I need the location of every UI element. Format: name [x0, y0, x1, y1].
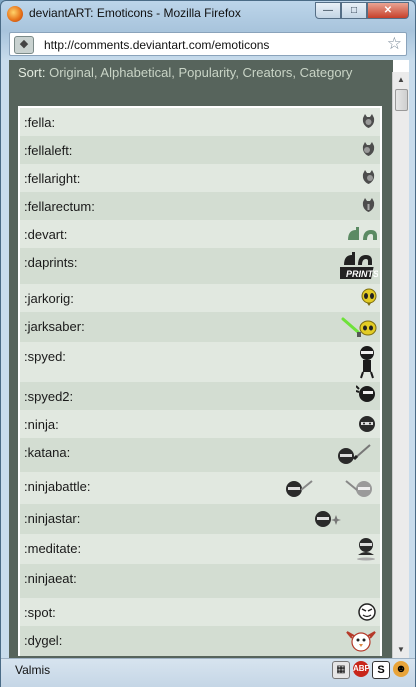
list-item: :spot: [20, 598, 380, 626]
ninja-battle-icon [286, 480, 372, 497]
list-item: :fellarectum: [20, 192, 380, 220]
spyed-ninja-icon [360, 346, 374, 379]
meditating-ninja-icon [357, 538, 375, 561]
list-item: :katana: [20, 438, 380, 472]
sort-popularity-link[interactable]: Popularity [178, 65, 235, 80]
status-text: Valmis [15, 663, 51, 677]
url-text[interactable]: http://comments.deviantart.com/emoticons [44, 38, 269, 52]
emoticon-code: :spyed: [24, 349, 66, 364]
list-item: :ninjabattle: [20, 472, 380, 504]
emoticon-panel: :fella: :fellaleft: :fellaright: :fellar… [9, 99, 393, 658]
emoticon-code: :fella: [24, 115, 56, 130]
emoticon-code: :spot: [24, 605, 56, 620]
devart-logo-icon [348, 227, 377, 240]
fellarectum-icon [362, 198, 375, 212]
list-item: :dygel: [20, 626, 380, 656]
sort-category-link[interactable]: Category [300, 65, 353, 80]
ninja-star-icon [315, 511, 341, 527]
spot-face-icon [358, 603, 376, 621]
list-item: :jarkorig: [20, 284, 380, 312]
list-item: :spyed2: [20, 382, 380, 410]
list-item: :fellaright: [20, 164, 380, 192]
title-bar[interactable]: deviantART: Emoticons - Mozilla Firefox … [1, 1, 415, 27]
emoticon-code: :katana: [24, 445, 71, 460]
scroll-down-icon[interactable]: ▼ [393, 642, 409, 658]
adblock-icon[interactable]: ABP [353, 661, 370, 677]
sort-label: Sort: [18, 65, 46, 80]
firefox-icon [7, 6, 23, 22]
site-identity-icon[interactable]: ◆ [14, 36, 34, 54]
fellaleft-icon [362, 142, 375, 156]
list-item: :daprints: PRINTS [20, 248, 380, 284]
emoticon-code: :ninjaeat: [24, 571, 77, 586]
scrollbar-thumb[interactable] [395, 89, 408, 111]
sort-creators-link[interactable]: Creators [243, 65, 293, 80]
address-bar[interactable]: ◆ http://comments.deviantart.com/emotico… [9, 32, 407, 56]
maximize-button[interactable]: □ [341, 2, 367, 19]
page-content: Sort: Original, Alphabetical, Popularity… [9, 60, 409, 658]
bookmark-star-icon[interactable]: ☆ [387, 34, 402, 54]
emoticon-code: :ninjabattle: [24, 479, 91, 494]
jark-alien-icon [361, 288, 377, 306]
emoticon-code: :devart: [24, 227, 68, 242]
list-item: :devart: [20, 220, 380, 248]
katana-ninja-icon [338, 444, 371, 464]
status-icons: ▦ ABP S ☻ [332, 661, 409, 679]
browser-window: deviantART: Emoticons - Mozilla Firefox … [0, 0, 416, 687]
close-button[interactable]: ✕ [367, 2, 409, 19]
status-bar: Valmis ▦ ABP S ☻ [1, 658, 415, 687]
emoticon-code: :fellaleft: [24, 143, 73, 158]
spyed2-ninja-icon [356, 385, 375, 402]
emoticon-list: :fella: :fellaleft: :fellaright: :fellar… [18, 106, 382, 656]
svg-text:PRINTS: PRINTS [346, 269, 378, 279]
emoticon-code: :ninjastar: [24, 511, 81, 526]
scroll-up-icon[interactable]: ▲ [393, 72, 409, 88]
fellaright-icon [362, 170, 375, 184]
sort-original-link[interactable]: Original [49, 65, 94, 80]
jark-saber-icon [341, 317, 377, 337]
calculator-icon[interactable]: ▦ [332, 661, 350, 679]
list-item: :spyed: [20, 342, 380, 382]
emoticon-code: :jarkorig: [24, 291, 74, 306]
monkey-icon[interactable]: ☻ [393, 661, 409, 677]
vertical-scrollbar[interactable]: ▲ ▼ [392, 72, 409, 658]
emoticon-code: :meditate: [24, 541, 82, 556]
emoticon-code: :jarksaber: [24, 319, 85, 334]
window-title: deviantART: Emoticons - Mozilla Firefox [29, 6, 241, 20]
list-item: :fella: [20, 108, 380, 136]
minimize-button[interactable]: — [315, 2, 341, 19]
emoticon-code: :ninja: [24, 417, 59, 432]
emoticon-code: :daprints: [24, 255, 78, 270]
daprints-logo-icon: PRINTS [340, 252, 378, 279]
list-item: :ninjastar: [20, 504, 380, 534]
list-item: :meditate: [20, 534, 380, 564]
emoticon-code: :spyed2: [24, 389, 74, 404]
sort-bar: Sort: Original, Alphabetical, Popularity… [9, 60, 393, 99]
list-item: :fellaleft: [20, 136, 380, 164]
list-item: :jarksaber: [20, 312, 380, 342]
list-item: :ninjaeat: [20, 564, 380, 598]
window-controls: — □ ✕ [315, 2, 409, 19]
s-icon[interactable]: S [372, 661, 390, 679]
emoticon-code: :fellaright: [24, 171, 81, 186]
list-item: :ninja: [20, 410, 380, 438]
fella-icon [362, 114, 375, 128]
ninja-icon [359, 416, 375, 432]
sort-alphabetical-link[interactable]: Alphabetical [100, 65, 171, 80]
dygel-bird-icon [346, 631, 376, 652]
emoticon-code: :dygel: [24, 633, 63, 648]
emoticon-code: :fellarectum: [24, 199, 95, 214]
